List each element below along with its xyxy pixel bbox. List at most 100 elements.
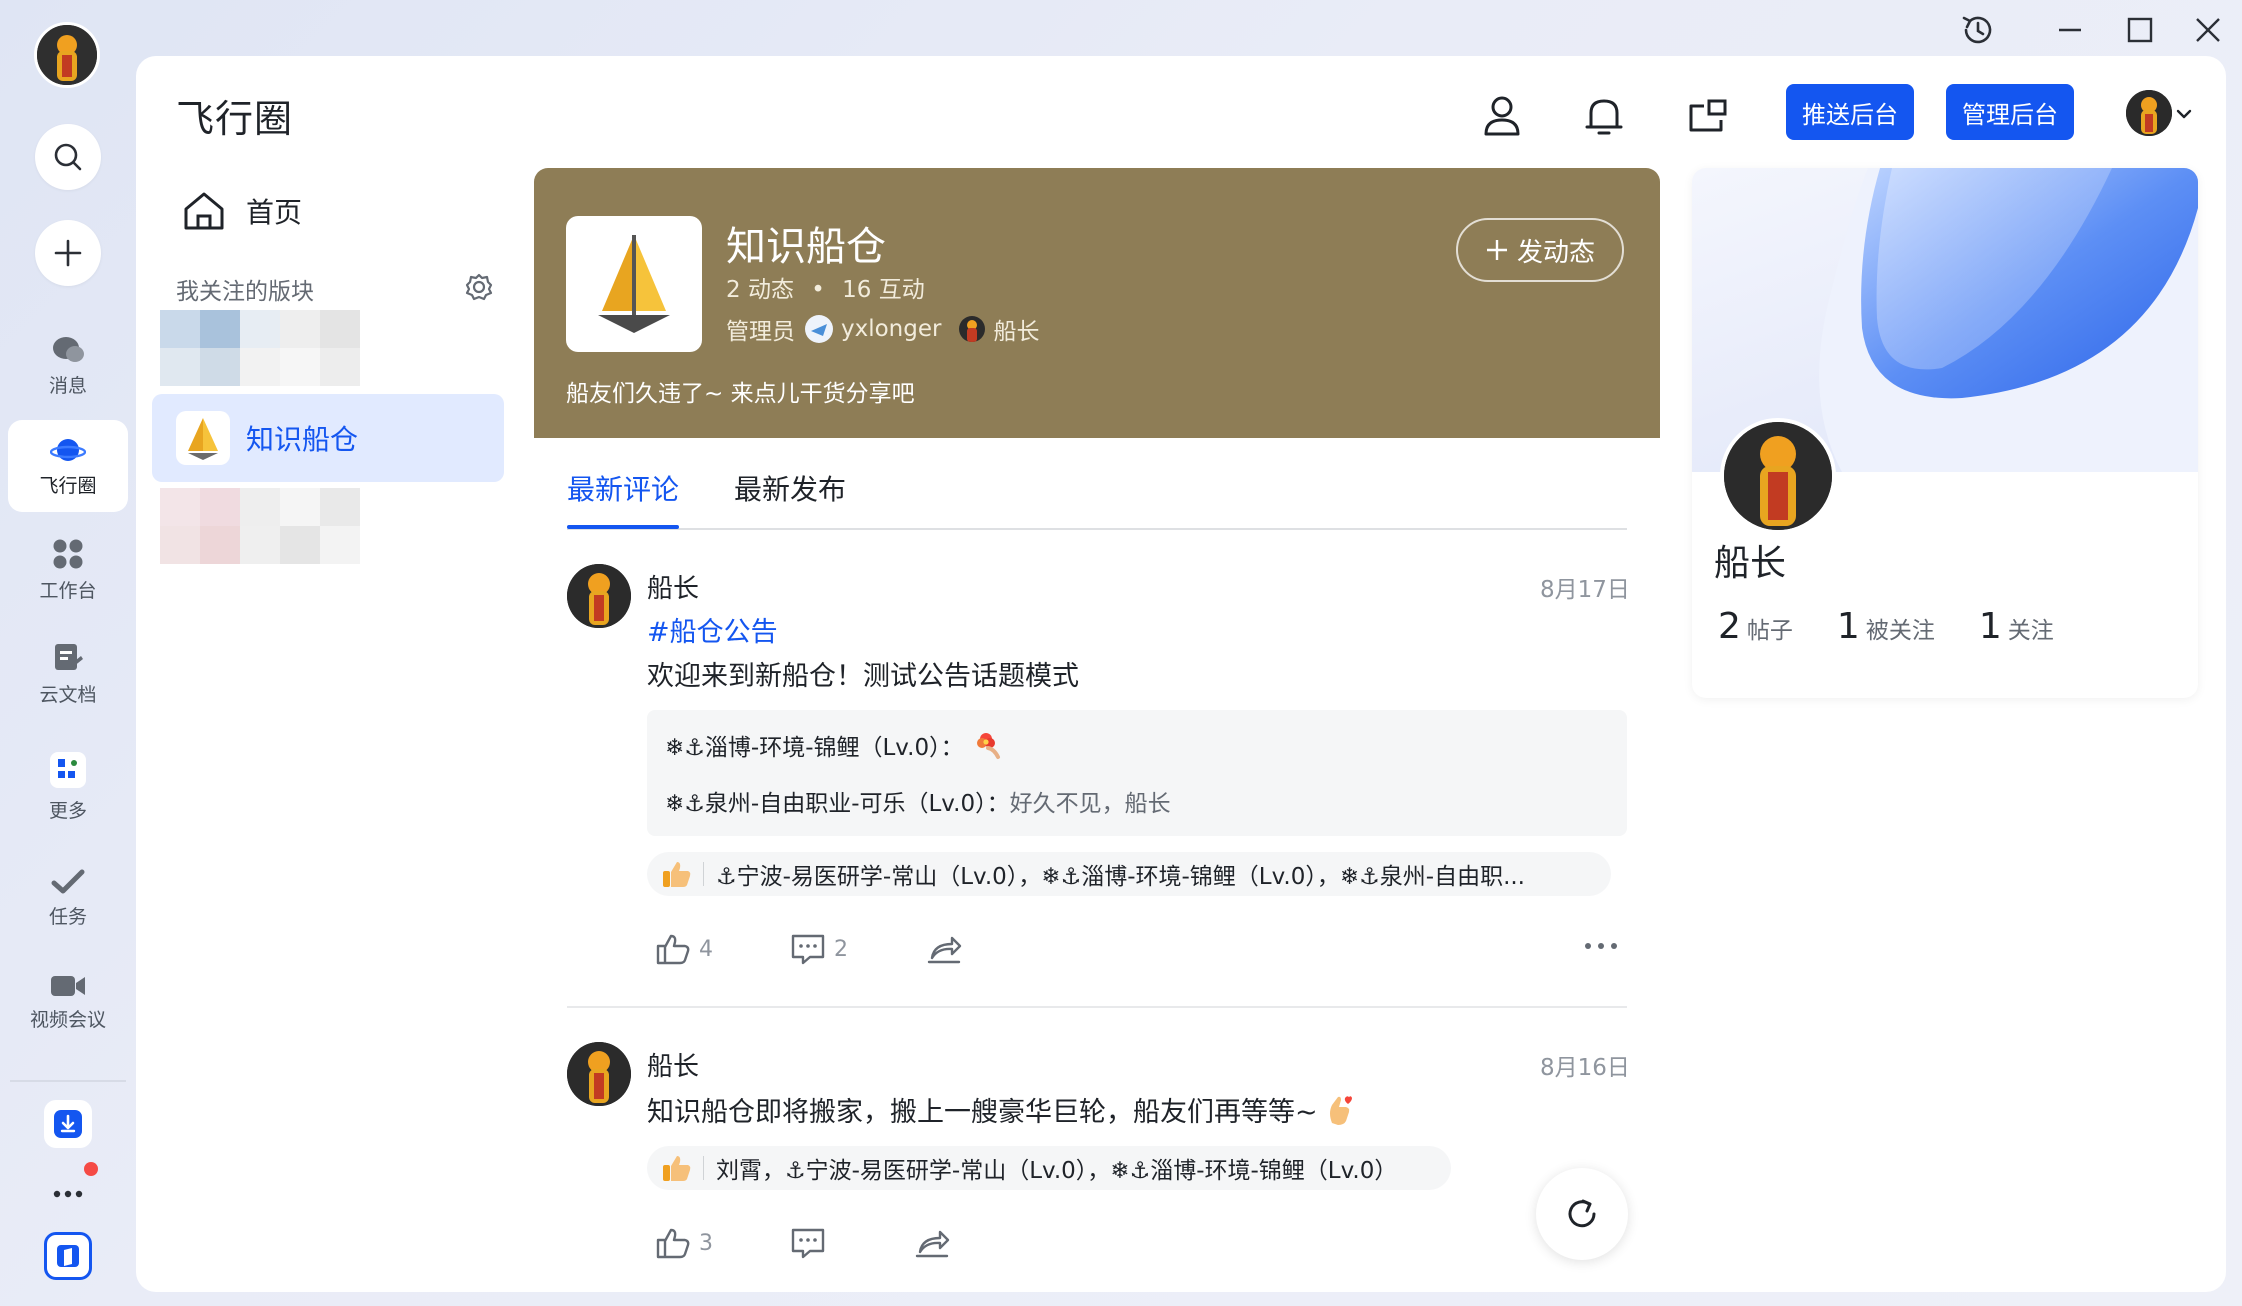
comment-text: 好久不见，船长 [1009, 791, 1171, 817]
lark-app-button[interactable] [44, 1232, 92, 1280]
comment-button[interactable] [790, 1226, 826, 1260]
hand-heart-emoji-icon [1324, 1093, 1354, 1127]
stat-followers[interactable]: 1 被关注 [1837, 606, 1935, 647]
page-title: 飞行圈 [176, 97, 294, 141]
post-author-avatar[interactable] [567, 564, 631, 628]
new-post-button[interactable]: 发动态 [1456, 218, 1624, 282]
rail-item-workbench[interactable]: 工作台 [8, 524, 128, 616]
post-author-avatar[interactable] [567, 1042, 631, 1106]
plus-icon [54, 239, 82, 267]
admin-avatar[interactable] [805, 315, 833, 343]
refresh-button[interactable] [1536, 1168, 1628, 1260]
admin-name[interactable]: yxlonger [841, 316, 941, 342]
main-panel: 飞行圈 推送后台 管理后台 首页 我关注的版块 知识船仓 知识船仓 2 动态 •… [136, 56, 2226, 1292]
history-button[interactable] [1956, 8, 2000, 52]
channel-stats: 2 动态 • 16 互动 [726, 270, 925, 304]
rail-item-video[interactable]: 视频会议 [8, 956, 128, 1048]
channel-logo [566, 216, 702, 352]
admin-name[interactable]: 船长 [993, 312, 1039, 346]
likers-text: 刘霄，⚓宁波-易医研学-常山（Lv.0），❄⚓淄博-环境-锦鲤（Lv.0） [716, 1158, 1398, 1184]
sailboat-icon [598, 235, 670, 333]
admin-avatar[interactable] [959, 316, 986, 342]
planet-icon [50, 438, 86, 461]
download-icon [54, 1110, 82, 1138]
share-button[interactable] [914, 1226, 950, 1260]
history-icon [1962, 16, 1992, 44]
minimize-button[interactable] [2048, 8, 2092, 52]
close-button[interactable] [2186, 8, 2230, 52]
push-admin-button[interactable]: 推送后台 [1786, 84, 1914, 140]
channel-admins: 管理员 yxlonger 船长 [726, 312, 1039, 346]
blurred-section-item[interactable] [160, 310, 360, 386]
profile-avatar[interactable] [2126, 90, 2172, 136]
likers-bar[interactable]: ⚓宁波-易医研学-常山（Lv.0），❄⚓淄博-环境-锦鲤（Lv.0），❄⚓泉州-… [647, 852, 1611, 896]
likers-bar[interactable]: 刘霄，⚓宁波-易医研学-常山（Lv.0），❄⚓淄博-环境-锦鲤（Lv.0） [647, 1146, 1451, 1190]
comment-row[interactable]: ❄⚓泉州-自由职业-可乐（Lv.0）： 好久不见，船长 [665, 784, 1171, 818]
search-button[interactable] [35, 124, 101, 190]
bell-icon [1585, 99, 1623, 135]
admin-label: 管理员 [726, 319, 795, 345]
rail-divider [10, 1080, 126, 1082]
close-icon [2196, 18, 2220, 42]
more-apps-button[interactable] [44, 1170, 92, 1218]
blurred-section-item[interactable] [160, 488, 360, 564]
profile-card-avatar[interactable] [1720, 418, 1836, 534]
channel-title: 知识船仓 [726, 224, 886, 270]
like-button[interactable]: 4 [655, 932, 713, 966]
maximize-button[interactable] [2118, 8, 2162, 52]
rail-label: 飞行圈 [39, 474, 97, 497]
comment-row[interactable]: ❄⚓淄博-环境-锦鲤（Lv.0）： [665, 728, 1004, 762]
sidebar-item-home[interactable]: 首页 [182, 190, 302, 232]
tab-divider [567, 528, 1627, 530]
notifications-button[interactable] [1576, 88, 1632, 144]
post-topic-tag[interactable]: #船仓公告 [647, 610, 778, 649]
sidebar-home-label: 首页 [246, 196, 303, 229]
posts-label: 帖子 [1746, 618, 1793, 644]
following-count: 1 [1978, 606, 2002, 647]
channel-banner: 知识船仓 2 动态 • 16 互动 管理员 yxlonger 船长 船友们久违了… [534, 168, 1660, 438]
profile-card-name: 船长 [1714, 543, 1787, 584]
post-divider [567, 1006, 1627, 1008]
followed-sections-title: 我关注的版块 [176, 279, 314, 305]
post-author-name[interactable]: 船长 [647, 568, 699, 605]
more-options-button[interactable] [1584, 942, 1618, 950]
switch-window-button[interactable] [1680, 88, 1736, 144]
rail-item-feed[interactable]: 飞行圈 [8, 420, 128, 512]
user-avatar[interactable] [34, 22, 100, 88]
rail-item-tasks[interactable]: 任务 [8, 852, 128, 944]
post-author-name[interactable]: 船长 [647, 1046, 699, 1083]
comment-author[interactable]: ❄⚓淄博-环境-锦鲤（Lv.0）： [665, 728, 964, 762]
comment-count: 2 [834, 936, 848, 962]
like-button[interactable]: 3 [655, 1226, 713, 1260]
contacts-button[interactable] [1474, 88, 1530, 144]
share-button[interactable] [926, 932, 962, 966]
comment-author[interactable]: ❄⚓泉州-自由职业-可乐（Lv.0）： [665, 784, 1010, 818]
create-button[interactable] [35, 220, 101, 286]
rail-item-docs[interactable]: 云文档 [8, 628, 128, 720]
channel-description: 船友们久违了~ 来点儿干货分享吧 [566, 381, 915, 407]
download-button[interactable] [44, 1100, 92, 1148]
refresh-icon [1568, 1199, 1596, 1228]
rail-item-messages[interactable]: 消息 [8, 320, 128, 412]
comment-icon [791, 1228, 825, 1259]
video-camera-icon [51, 975, 85, 996]
tab-latest-comments[interactable]: 最新评论 [567, 468, 679, 508]
settings-button[interactable] [464, 272, 494, 302]
sidebar-item-knowledge-hold[interactable]: 知识船仓 [152, 394, 504, 482]
apps-icon [50, 751, 86, 788]
thumbs-up-emoji-icon [663, 862, 691, 887]
tab-latest-posts[interactable]: 最新发布 [734, 468, 846, 508]
manage-admin-button[interactable]: 管理后台 [1946, 84, 2074, 140]
sidebar-item-label: 知识船仓 [246, 423, 359, 456]
posts-count: 2 [1718, 606, 1741, 647]
divider [703, 1156, 704, 1180]
chevron-down-icon[interactable] [2176, 108, 2192, 120]
rail-item-more[interactable]: 更多 [8, 740, 128, 832]
like-count: 4 [699, 936, 713, 962]
like-count: 3 [699, 1230, 713, 1256]
stat-posts[interactable]: 2 帖子 [1718, 606, 1793, 647]
stat-following[interactable]: 1 关注 [1979, 606, 2054, 647]
rail-label: 视频会议 [29, 1008, 106, 1031]
share-icon [927, 936, 962, 964]
comment-button[interactable]: 2 [790, 932, 848, 966]
